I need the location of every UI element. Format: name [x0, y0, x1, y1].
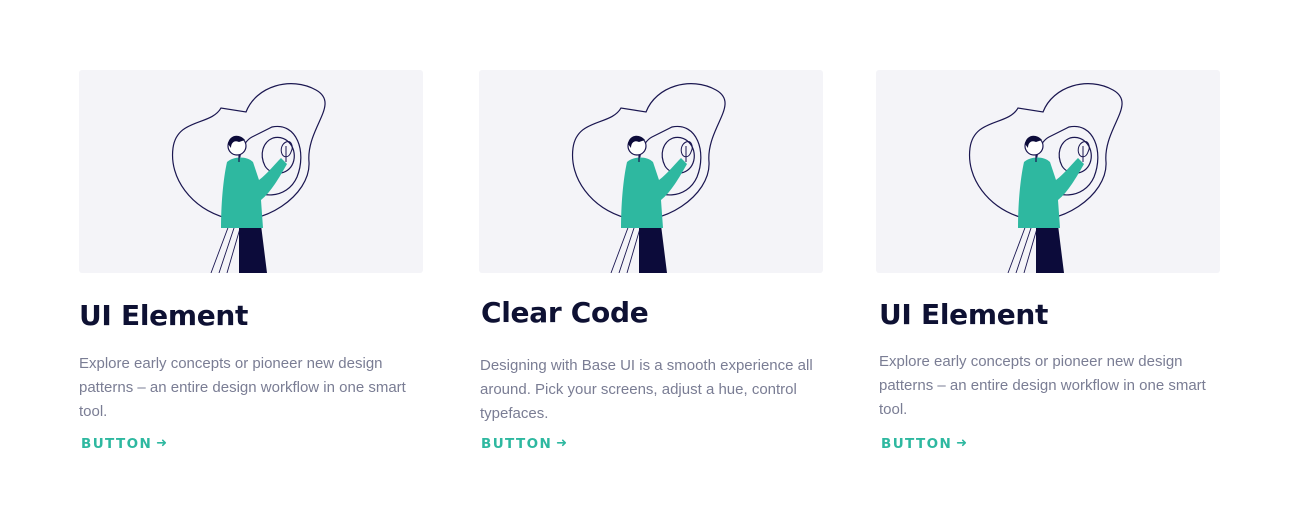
card-button-label: BUTTON	[881, 436, 953, 452]
card-title: Clear Code	[481, 296, 649, 329]
person-holding-lightbulb-illustration	[79, 70, 423, 273]
arrow-right-icon: ➜	[156, 436, 168, 451]
person-lightbulb-artwork	[171, 83, 326, 273]
person-holding-lightbulb-illustration	[876, 70, 1220, 273]
person-lightbulb-artwork	[968, 83, 1123, 273]
arrow-right-icon: ➜	[556, 436, 568, 451]
card-button-label: BUTTON	[81, 436, 153, 452]
person-lightbulb-artwork	[571, 83, 726, 273]
arrow-right-icon: ➜	[956, 436, 968, 451]
card-button[interactable]: BUTTON ➜	[881, 435, 967, 453]
person-holding-lightbulb-illustration	[479, 70, 823, 273]
card-title: UI Element	[879, 298, 1049, 331]
card-description: Explore early concepts or pioneer new de…	[879, 353, 1206, 418]
card-button[interactable]: BUTTON ➜	[481, 435, 567, 453]
card-description: Designing with Base UI is a smooth exper…	[480, 357, 813, 422]
card-button[interactable]: BUTTON ➜	[81, 435, 167, 453]
card-title: UI Element	[79, 299, 249, 332]
card-description: Explore early concepts or pioneer new de…	[79, 355, 406, 420]
card-button-label: BUTTON	[481, 436, 553, 452]
